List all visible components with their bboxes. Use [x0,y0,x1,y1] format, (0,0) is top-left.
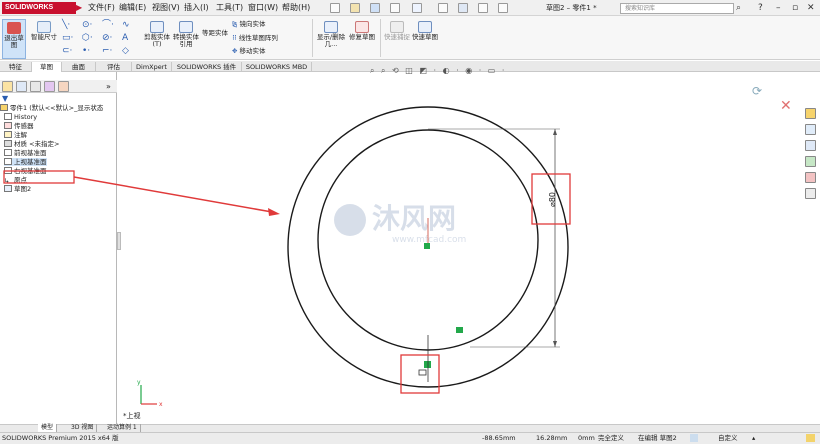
triad-y-label: y [137,379,141,386]
watermark-logo [334,204,366,236]
status-help-icon[interactable] [806,434,815,442]
tangent-relation-icon[interactable] [456,327,463,333]
status-editing: 在编辑 草图2 [638,434,677,442]
dimension-arrow-top [553,129,557,135]
watermark: 沐风网 www.mfcad.com [334,202,466,245]
tab-model[interactable]: 模型 [38,424,58,432]
dimension-arrow-bottom [553,341,557,347]
triad-x-label: x [159,401,163,408]
bottom-point-marker [418,369,427,376]
status-sketch-state: 完全定义 [598,434,624,442]
view-orientation-label: *上视 [123,411,141,420]
task-pane-view-palette-icon[interactable] [805,156,816,167]
annotation-arrow-head [268,208,280,216]
bottom-relation-icon[interactable] [424,361,431,368]
status-x-coordinate: -88.65mm [482,434,516,442]
task-pane-resources-icon[interactable] [805,108,816,119]
annotation-arrow [73,176,273,213]
task-pane-appearances-icon[interactable] [805,172,816,183]
tab-3d-views[interactable]: 3D 视图 [68,424,98,432]
dimension-value[interactable]: ⌀80 [548,192,557,207]
tab-motion-study-1[interactable]: 运动算例 1 [104,424,141,432]
sketch-canvas[interactable]: 沐风网 www.mfcad.com ⌀80 y x *上视 [0,0,820,444]
status-units[interactable]: 自定义 [718,434,738,443]
task-pane-design-library-icon[interactable] [805,124,816,135]
annotation-box-top-plane [3,170,75,184]
status-y-coordinate: 16.28mm [536,434,568,442]
status-rebuild-icon[interactable] [690,434,698,442]
task-pane-custom-properties-icon[interactable] [805,188,816,199]
center-relation-icon[interactable] [424,243,430,249]
watermark-brand: 沐风网 [372,202,456,235]
status-z-coordinate: 0mm [578,434,595,442]
task-pane-file-explorer-icon[interactable] [805,140,816,151]
status-product: SOLIDWORKS Premium 2015 x64 版 [2,434,119,442]
status-units-arrow-icon[interactable]: ▴ [752,434,755,443]
